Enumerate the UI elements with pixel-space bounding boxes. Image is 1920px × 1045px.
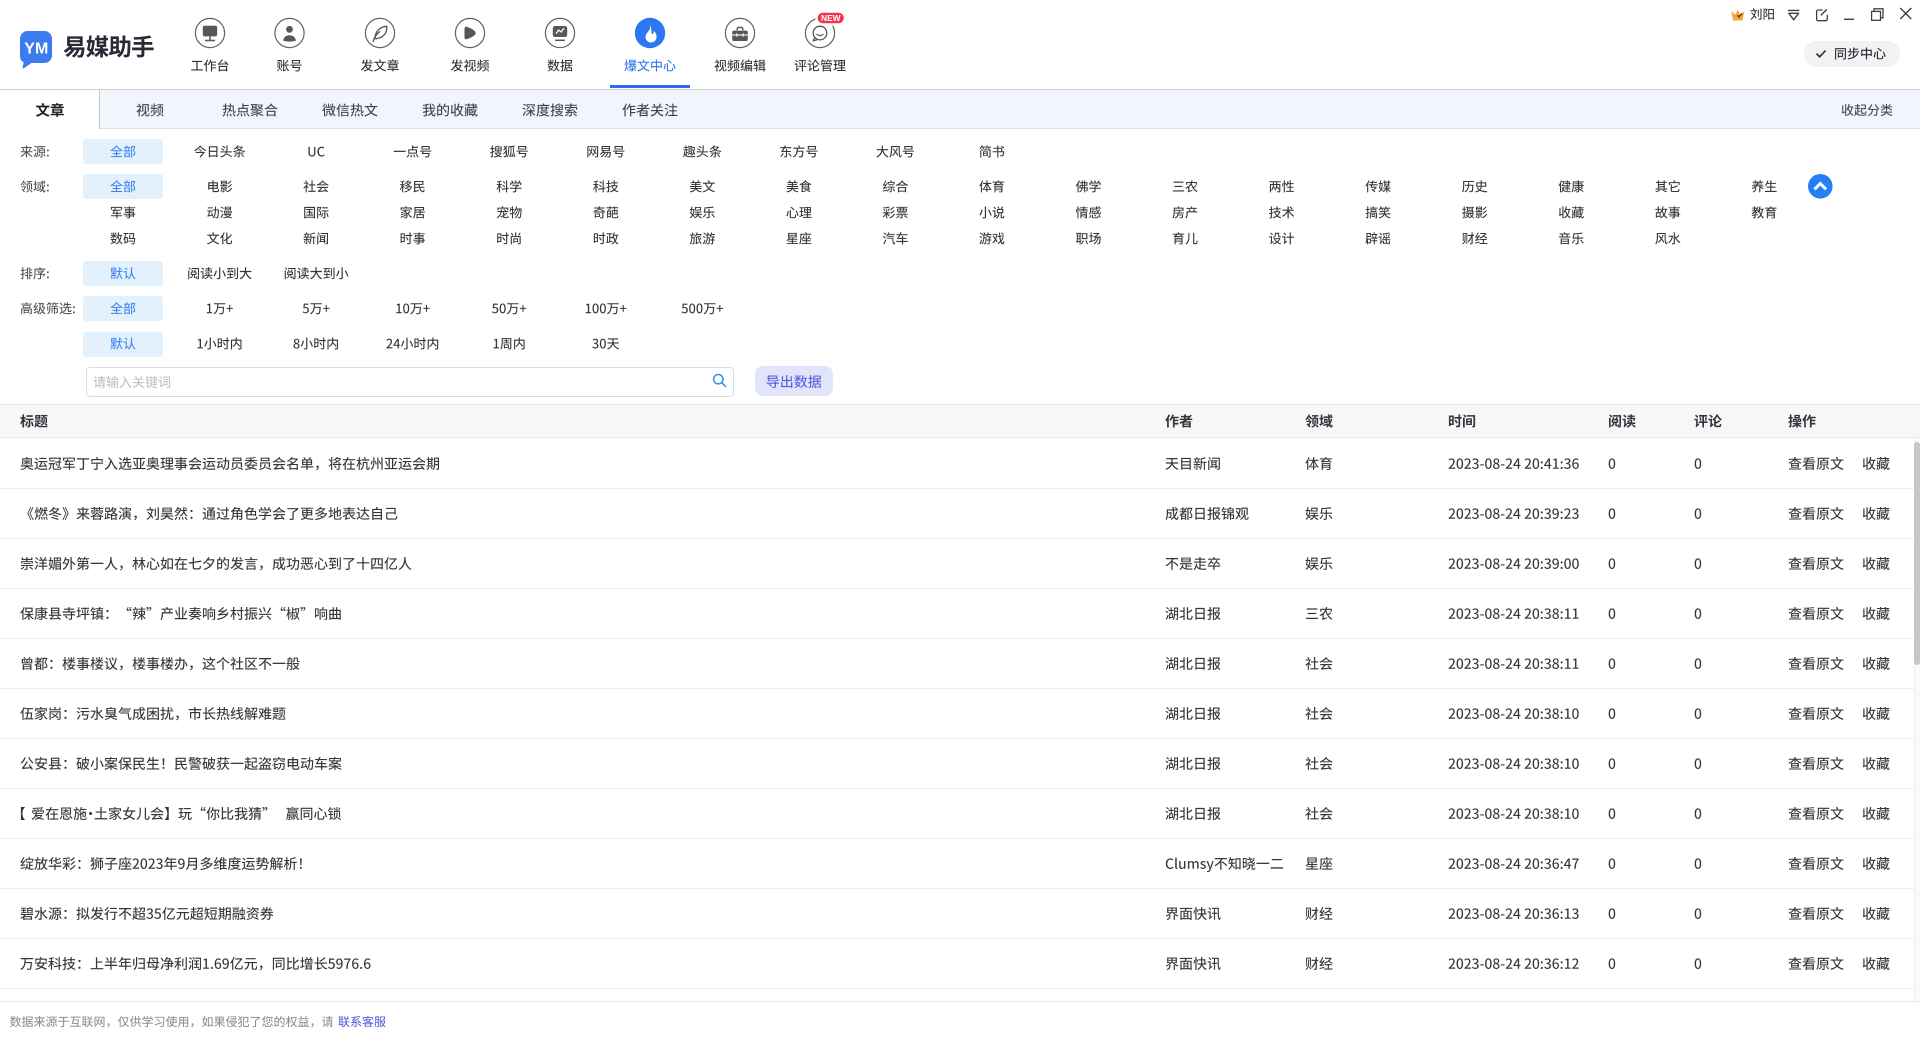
svg-text:NEW: NEW bbox=[821, 13, 841, 23]
svg-text:YM: YM bbox=[24, 41, 48, 58]
